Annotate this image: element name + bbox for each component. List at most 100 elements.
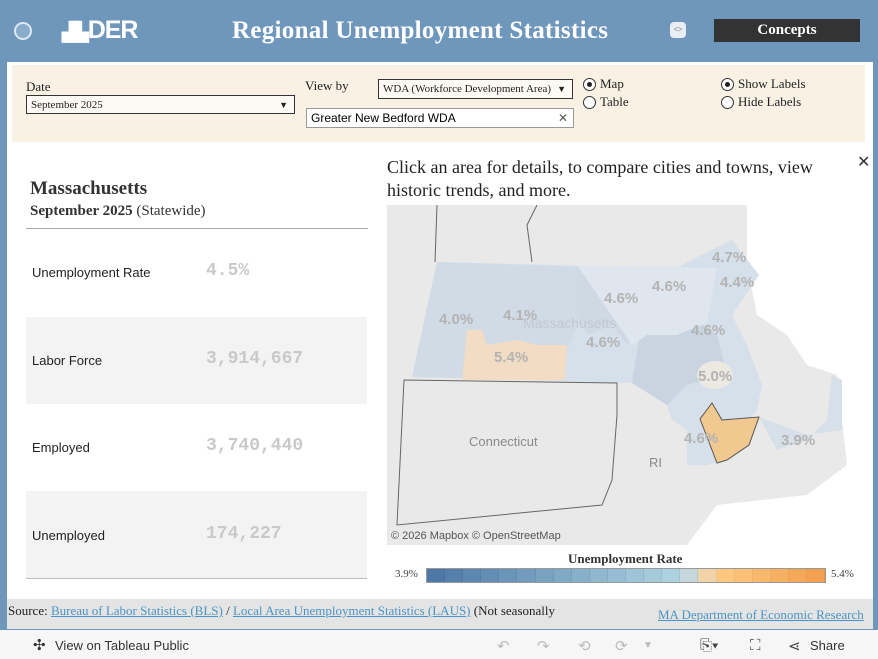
bls-link[interactable]: Bureau of Labor Statistics (BLS) <box>51 603 223 618</box>
date-select[interactable]: September 2025 ▼ <box>26 95 295 114</box>
map-label[interactable]: 4.0% <box>439 311 473 328</box>
legend-swatch <box>463 569 482 582</box>
research-link[interactable]: MA Department of Economic Research <box>658 607 864 623</box>
radio-show-labels[interactable]: Show Labels <box>721 76 806 92</box>
map-label[interactable]: 4.7% <box>712 249 746 266</box>
view-on-tableau-link[interactable]: View on Tableau Public <box>55 638 189 653</box>
source-label: Source: <box>8 603 48 618</box>
legend-swatch <box>571 569 590 582</box>
stat-row: Unemployment Rate 4.5% <box>26 229 367 317</box>
map-label[interactable]: 4.6% <box>652 278 686 295</box>
laus-link[interactable]: Local Area Unemployment Statistics (LAUS… <box>233 603 471 618</box>
radio-label: Map <box>600 76 624 91</box>
legend-swatch <box>788 569 807 582</box>
scope: (Statewide) <box>136 203 206 219</box>
map-label[interactable]: 4.6% <box>691 322 725 339</box>
legend-swatch <box>481 569 500 582</box>
legend-swatch <box>607 569 627 582</box>
date-value: September 2025 <box>31 99 103 111</box>
stat-label: Employed <box>32 440 90 455</box>
legend-swatch <box>806 569 826 582</box>
map-label[interactable]: 4.6% <box>604 290 638 307</box>
radio-label: Table <box>600 94 629 109</box>
tableau-toolbar: ✣ View on Tableau Public ↶ ↷ ⟲ ⟳ ▼ ⎘▾ ⛶ … <box>0 630 878 659</box>
legend-swatch <box>535 569 554 582</box>
separator: / <box>226 603 230 618</box>
legend-color-bar <box>426 568 826 583</box>
map-label[interactable]: 4.6% <box>684 430 718 447</box>
radio-button[interactable] <box>721 95 734 109</box>
legend-title: Unemployment Rate <box>568 551 683 566</box>
period-line: September 2025 (Statewide) <box>30 203 206 220</box>
clear-icon[interactable]: ✕ <box>558 111 568 126</box>
stat-row: Unemployed 174,227 <box>26 491 367 579</box>
radio-label: Show Labels <box>738 76 806 91</box>
download-icon[interactable]: ⎘▾ <box>700 637 718 654</box>
stat-value: 3,740,440 <box>206 436 304 456</box>
map-label[interactable]: 5.4% <box>494 349 528 366</box>
legend-swatch <box>517 569 536 582</box>
period: September 2025 <box>30 203 133 219</box>
legend-swatch <box>662 569 681 582</box>
area-value: Greater New Bedford WDA <box>311 111 456 125</box>
date-label: Date <box>26 79 51 94</box>
radio-button[interactable] <box>721 77 734 91</box>
map[interactable]: 4.7% 4.4% 4.6% 4.6% 4.0% 4.1% 4.6% 4.6% … <box>387 205 857 545</box>
area-search-input[interactable]: Greater New Bedford WDA ✕ <box>306 108 574 128</box>
radio-table[interactable]: Table <box>583 94 629 110</box>
tableau-icon: ✣ <box>33 637 46 654</box>
fullscreen-icon[interactable]: ⛶ <box>750 637 761 654</box>
stat-label: Unemployed <box>32 528 105 543</box>
state-border <box>434 205 538 263</box>
der-logo: ▟▙DER <box>62 16 138 44</box>
chevron-down-icon: ▼ <box>279 100 288 110</box>
legend-swatch <box>680 569 699 582</box>
legend-max: 5.4% <box>831 568 854 580</box>
stat-value: 174,227 <box>206 524 282 544</box>
chevron-down-icon[interactable]: ▼ <box>643 640 653 651</box>
close-icon[interactable]: ✕ <box>857 152 870 172</box>
stat-value: 3,914,667 <box>206 349 304 369</box>
revert-icon[interactable]: ⟲ <box>578 637 591 655</box>
chevron-down-icon: ▼ <box>557 84 566 94</box>
legend-swatch <box>499 569 518 582</box>
state-name: Massachusetts <box>30 178 148 199</box>
legend-min: 3.9% <box>395 568 418 580</box>
share-icon[interactable]: ⋖ <box>788 637 801 655</box>
stat-row: Labor Force 3,914,667 <box>26 317 367 405</box>
refresh-icon[interactable]: ⟳ <box>615 637 628 655</box>
embed-icon[interactable]: <> <box>670 22 686 38</box>
redo-icon[interactable]: ↷ <box>537 637 550 655</box>
filter-bar: Date September 2025 ▼ View by WDA (Workfo… <box>12 65 865 142</box>
map-shapes <box>396 205 857 545</box>
place-label: RI <box>649 455 662 470</box>
map-label[interactable]: 4.6% <box>586 334 620 351</box>
concepts-button[interactable]: Concepts <box>714 19 860 42</box>
stat-label: Unemployment Rate <box>32 265 151 280</box>
state-seal-icon <box>14 22 32 40</box>
map-label[interactable]: 5.0% <box>698 368 732 385</box>
share-button[interactable]: Share <box>810 638 845 653</box>
legend-swatch <box>752 569 771 582</box>
viewby-select[interactable]: WDA (Workforce Development Area) ▼ <box>378 79 573 99</box>
map-attribution[interactable]: © 2026 Mapbox © OpenStreetMap <box>391 530 561 542</box>
place-label: Connecticut <box>469 434 538 449</box>
page-title: Regional Unemployment Statistics <box>232 17 609 44</box>
viewby-value: WDA (Workforce Development Area) <box>383 83 552 95</box>
undo-icon[interactable]: ↶ <box>497 637 510 655</box>
legend-swatch <box>445 569 464 582</box>
ct-border <box>396 379 618 526</box>
legend-swatch <box>427 569 446 582</box>
radio-button[interactable] <box>583 95 596 109</box>
radio-label: Hide Labels <box>738 94 802 109</box>
radio-button[interactable] <box>583 77 596 91</box>
map-label[interactable]: 4.4% <box>720 274 754 291</box>
radio-hide-labels[interactable]: Hide Labels <box>721 94 801 110</box>
legend-swatch <box>698 569 717 582</box>
map-label[interactable]: 3.9% <box>781 432 815 449</box>
stat-value: 4.5% <box>206 261 250 281</box>
legend-swatch <box>770 569 789 582</box>
header: ▟▙DER Regional Unemployment Statistics <… <box>0 0 878 62</box>
stat-label: Labor Force <box>32 353 103 368</box>
radio-map[interactable]: Map <box>583 76 624 92</box>
